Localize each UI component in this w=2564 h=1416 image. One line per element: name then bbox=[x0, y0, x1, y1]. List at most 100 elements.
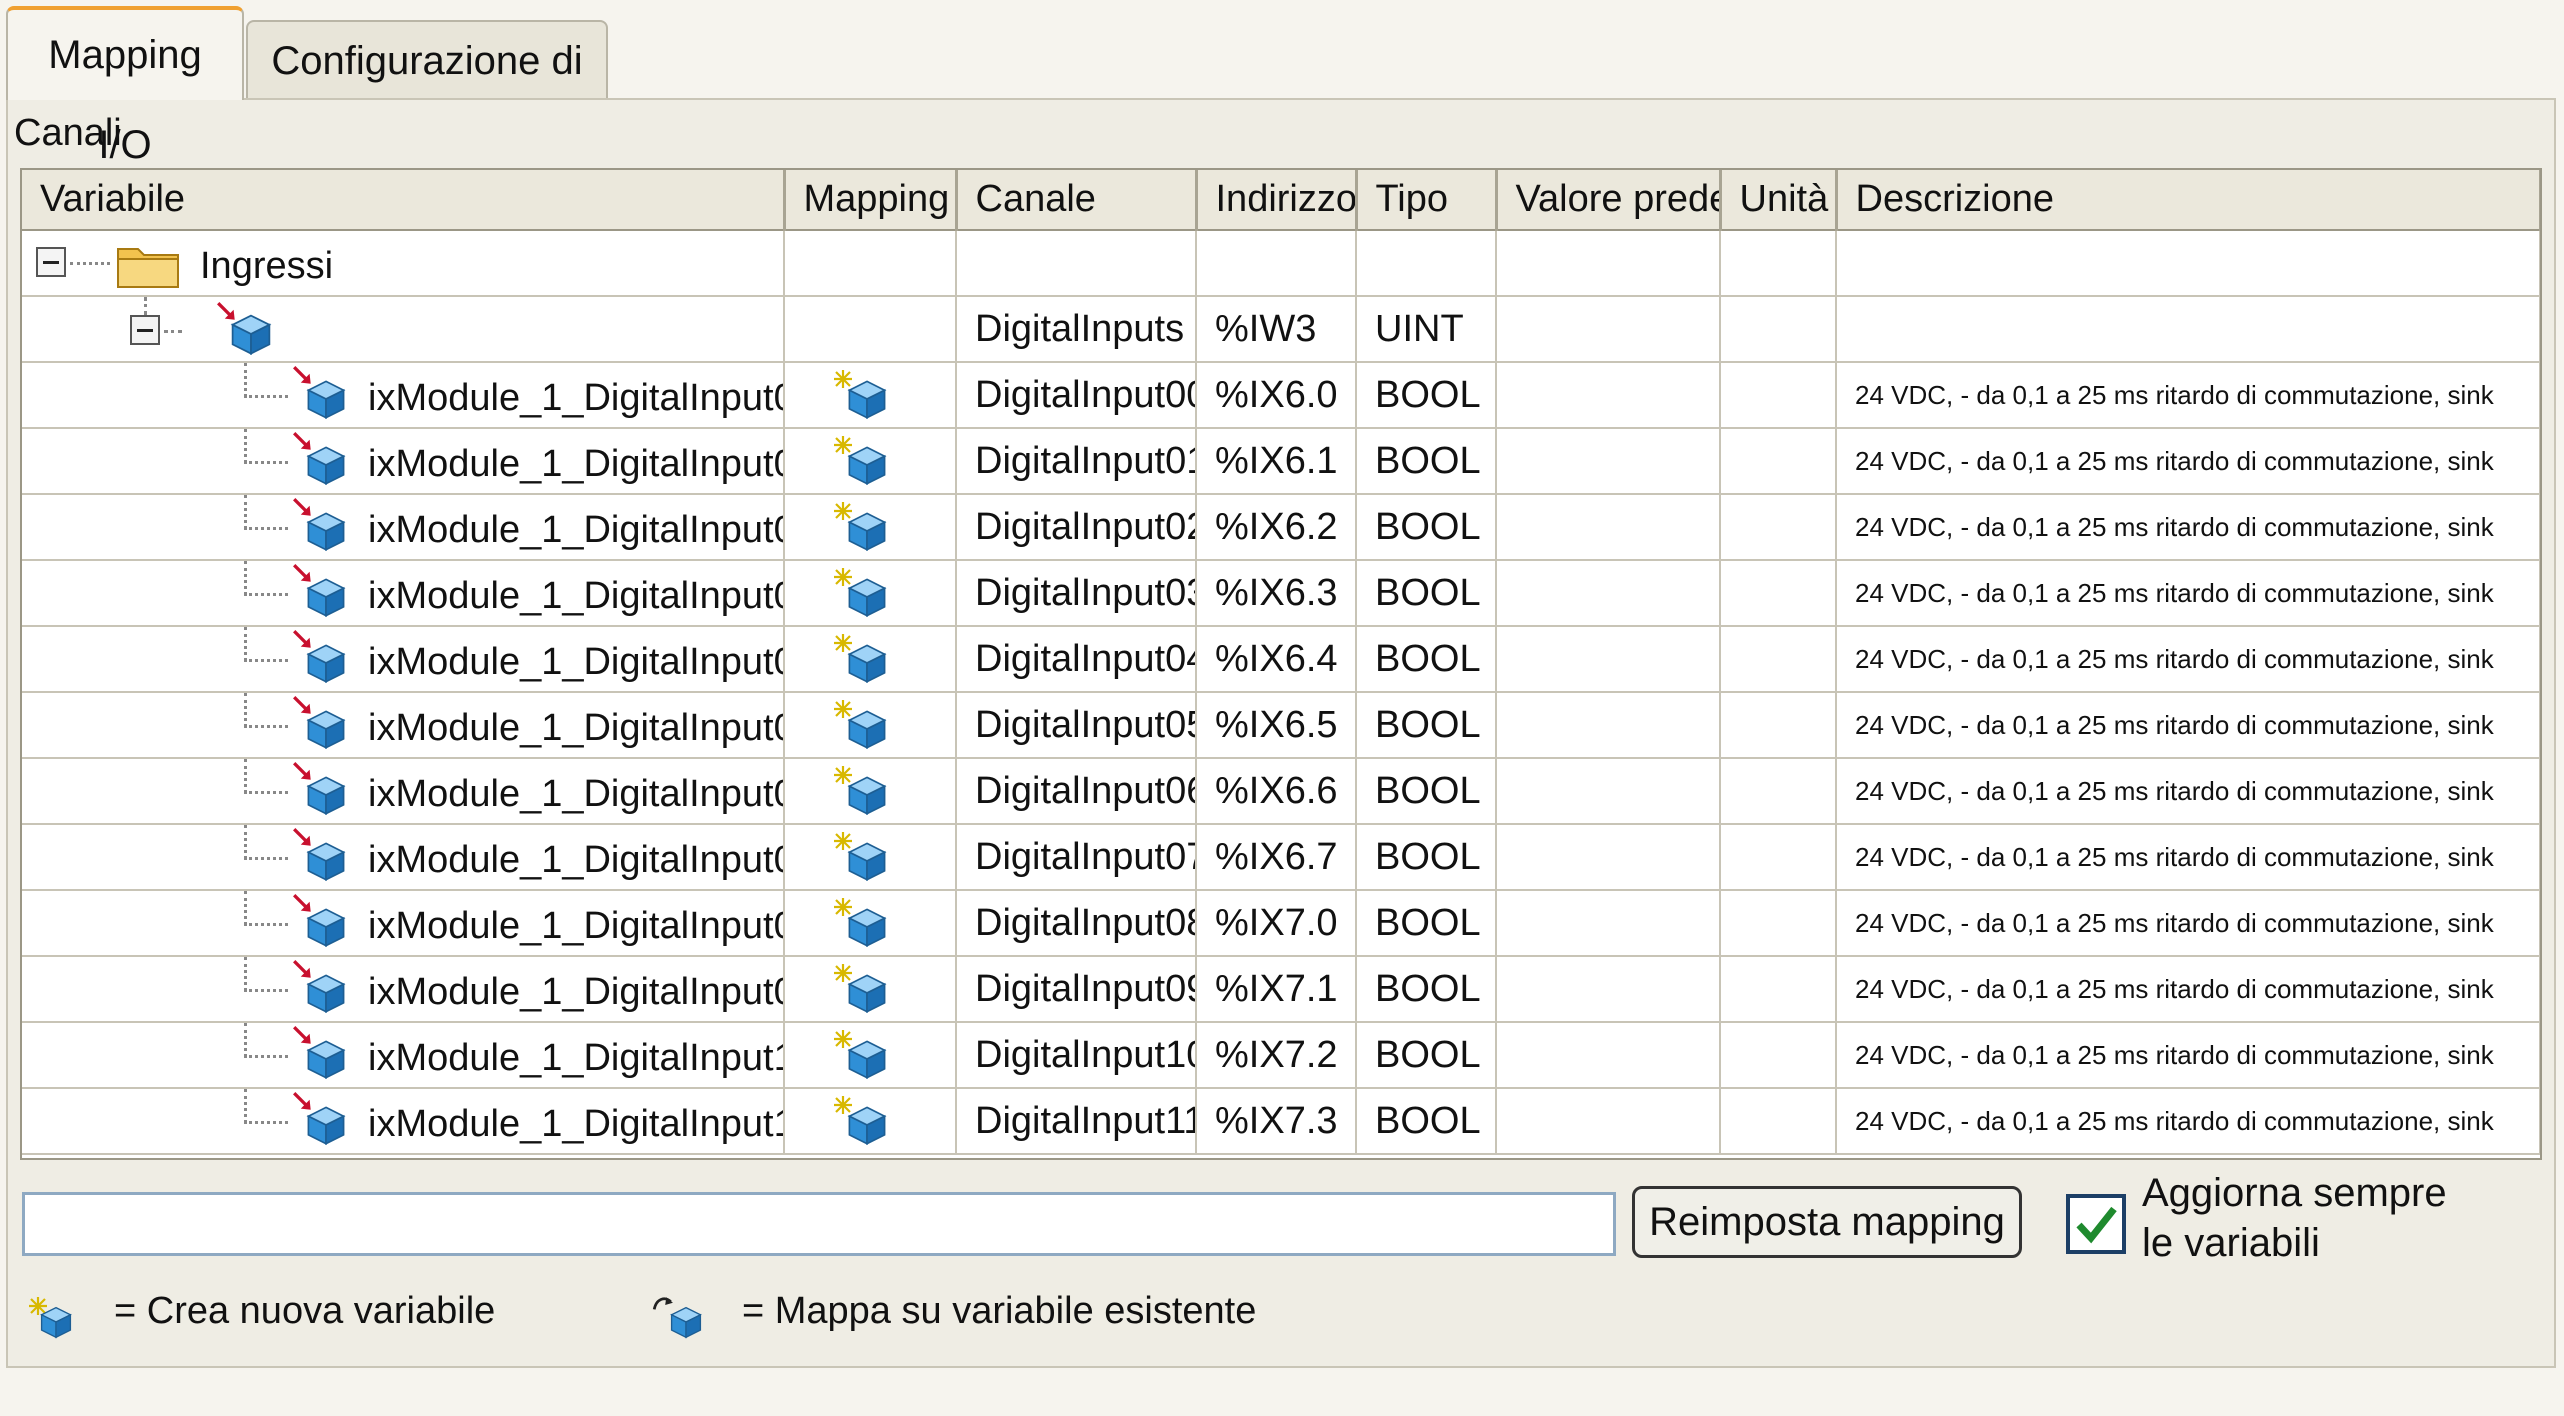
mapping-cell[interactable] bbox=[784, 1022, 957, 1089]
table-row[interactable]: ixModule_1_DigitalInput09 DigitalInput09%… bbox=[22, 956, 2540, 1023]
reset-mapping-button[interactable]: Reimposta mapping bbox=[1632, 1186, 2022, 1258]
mapping-cube-icon bbox=[845, 377, 889, 421]
table-row[interactable]: ixModule_1_DigitalInput00 DigitalInput00%… bbox=[22, 362, 2540, 429]
column-header-unit[interactable]: Unità bbox=[1720, 170, 1838, 231]
table-row[interactable]: ixModule_1_DigitalInput07 DigitalInput07%… bbox=[22, 824, 2540, 891]
mapping-cell[interactable] bbox=[784, 560, 957, 627]
type-cell: BOOL bbox=[1356, 428, 1497, 495]
mapping-cell[interactable] bbox=[784, 692, 957, 759]
unit-cell[interactable] bbox=[1720, 494, 1837, 561]
unit-cell[interactable] bbox=[1720, 560, 1837, 627]
address-cell: %IX6.0 bbox=[1196, 362, 1357, 429]
unit-cell[interactable] bbox=[1720, 1022, 1837, 1089]
tab-io-configuration[interactable]: Configurazione di I/O bbox=[246, 20, 608, 161]
channel-cell: DigitalInput06 bbox=[956, 758, 1197, 825]
unit-cell[interactable] bbox=[1720, 626, 1837, 693]
table-row[interactable]: ixModule_1_DigitalInput11 DigitalInput11%… bbox=[22, 1088, 2540, 1155]
default-value-cell[interactable] bbox=[1496, 362, 1721, 429]
address-cell: %IX6.2 bbox=[1196, 494, 1357, 561]
channel-cell: DigitalInput03 bbox=[956, 560, 1197, 627]
type-cell: BOOL bbox=[1356, 560, 1497, 627]
mapping-cell[interactable] bbox=[784, 428, 957, 495]
table-row[interactable]: ixModule_1_DigitalInput02 DigitalInput02%… bbox=[22, 494, 2540, 561]
column-header-mapping[interactable]: Mapping bbox=[784, 170, 958, 231]
folder-icon bbox=[117, 248, 179, 288]
unit-cell[interactable] bbox=[1720, 758, 1837, 825]
unit-cell[interactable] bbox=[1720, 1088, 1837, 1155]
mapping-cell[interactable] bbox=[784, 1088, 957, 1155]
type-cell: BOOL bbox=[1356, 362, 1497, 429]
table-row[interactable]: ixModule_1_DigitalInput05 DigitalInput05%… bbox=[22, 692, 2540, 759]
default-value-cell[interactable] bbox=[1496, 1022, 1721, 1089]
table-row[interactable]: ixModule_1_DigitalInput08 DigitalInput08%… bbox=[22, 890, 2540, 957]
type-cell: BOOL bbox=[1356, 956, 1497, 1023]
collapse-toggle[interactable] bbox=[130, 315, 160, 345]
default-value-cell[interactable] bbox=[1496, 494, 1721, 561]
unit-cell[interactable] bbox=[1720, 692, 1837, 759]
mapping-cell[interactable] bbox=[784, 956, 957, 1023]
new-variable-cube-icon bbox=[38, 1304, 74, 1340]
mapping-cube-icon bbox=[845, 971, 889, 1015]
channel-cell: DigitalInput02 bbox=[956, 494, 1197, 561]
column-header-default-value[interactable]: Valore predef. bbox=[1496, 170, 1722, 231]
variable-name: ixModule_1_DigitalInput08 bbox=[368, 905, 784, 947]
table-row[interactable]: ixModule_1_DigitalInput10 DigitalInput10%… bbox=[22, 1022, 2540, 1089]
column-header-description[interactable]: Descrizione bbox=[1836, 170, 2540, 231]
column-header-type[interactable]: Tipo bbox=[1356, 170, 1498, 231]
table-row[interactable]: ixModule_1_DigitalInput04 DigitalInput04%… bbox=[22, 626, 2540, 693]
description-cell: 24 VDC, - da 0,1 a 25 ms ritardo di comm… bbox=[1836, 362, 2540, 429]
unit-cell[interactable] bbox=[1720, 428, 1837, 495]
description-cell: 24 VDC, - da 0,1 a 25 ms ritardo di comm… bbox=[1836, 1022, 2540, 1089]
mapping-cell[interactable] bbox=[784, 362, 957, 429]
default-value-cell[interactable] bbox=[1496, 560, 1721, 627]
unit-cell[interactable] bbox=[1720, 362, 1837, 429]
mapping-cell[interactable] bbox=[784, 824, 957, 891]
table-row[interactable]: ixModule_1_DigitalInput01 DigitalInput01%… bbox=[22, 428, 2540, 495]
default-value-cell[interactable] bbox=[1496, 428, 1721, 495]
description-cell: 24 VDC, - da 0,1 a 25 ms ritardo di comm… bbox=[1836, 890, 2540, 957]
default-value-cell[interactable] bbox=[1496, 890, 1721, 957]
default-value-cell[interactable] bbox=[1496, 1088, 1721, 1155]
io-mapping-grid: Variabile Mapping Canale Indirizzo Tipo … bbox=[20, 168, 2542, 1160]
type-cell: BOOL bbox=[1356, 1022, 1497, 1089]
mapping-cell[interactable] bbox=[784, 494, 957, 561]
default-value-cell[interactable] bbox=[1496, 692, 1721, 759]
default-value-cell[interactable] bbox=[1496, 956, 1721, 1023]
mapping-cell[interactable] bbox=[784, 626, 957, 693]
type-cell: BOOL bbox=[1356, 758, 1497, 825]
mapping-cell[interactable] bbox=[784, 890, 957, 957]
channel-cube-icon bbox=[304, 575, 348, 619]
collapse-toggle[interactable] bbox=[36, 247, 66, 277]
column-header-channel[interactable]: Canale bbox=[956, 170, 1198, 231]
channel-cell: DigitalInput08 bbox=[956, 890, 1197, 957]
channel-cell: DigitalInput07 bbox=[956, 824, 1197, 891]
mapping-cell[interactable] bbox=[784, 758, 957, 825]
channel-cell: DigitalInput09 bbox=[956, 956, 1197, 1023]
always-update-checkbox[interactable] bbox=[2066, 1194, 2126, 1254]
default-value-cell[interactable] bbox=[1496, 758, 1721, 825]
variable-name: ixModule_1_DigitalInput03 bbox=[368, 575, 784, 617]
filter-input[interactable] bbox=[22, 1192, 1616, 1256]
unit-cell[interactable] bbox=[1720, 956, 1837, 1023]
unit-cell[interactable] bbox=[1720, 890, 1837, 957]
column-header-address[interactable]: Indirizzo bbox=[1196, 170, 1358, 231]
tab-mapping-io[interactable]: Mapping I/O bbox=[6, 6, 244, 167]
tree-row-module[interactable]: DigitalInputs %IW3 UINT bbox=[22, 296, 2540, 363]
table-row[interactable]: ixModule_1_DigitalInput06 DigitalInput06%… bbox=[22, 758, 2540, 825]
default-value-cell[interactable] bbox=[1496, 626, 1721, 693]
tree-row-inputs[interactable]: Ingressi bbox=[22, 230, 2540, 297]
channel-cell: DigitalInput01 bbox=[956, 428, 1197, 495]
channel-cell: DigitalInput11 bbox=[956, 1088, 1197, 1155]
address-cell: %IX6.6 bbox=[1196, 758, 1357, 825]
variable-name: ixModule_1_DigitalInput07 bbox=[368, 839, 784, 881]
unit-cell[interactable] bbox=[1720, 824, 1837, 891]
address-cell: %IX6.3 bbox=[1196, 560, 1357, 627]
variable-name: ixModule_1_DigitalInput06 bbox=[368, 773, 784, 815]
address-cell: %IX6.7 bbox=[1196, 824, 1357, 891]
legend-map-existing: = Mappa su variabile esistente bbox=[742, 1290, 1257, 1332]
address-cell: %IX6.5 bbox=[1196, 692, 1357, 759]
default-value-cell[interactable] bbox=[1496, 824, 1721, 891]
table-row[interactable]: ixModule_1_DigitalInput03 DigitalInput03%… bbox=[22, 560, 2540, 627]
channel-cube-icon bbox=[304, 1103, 348, 1147]
type-cell: BOOL bbox=[1356, 692, 1497, 759]
